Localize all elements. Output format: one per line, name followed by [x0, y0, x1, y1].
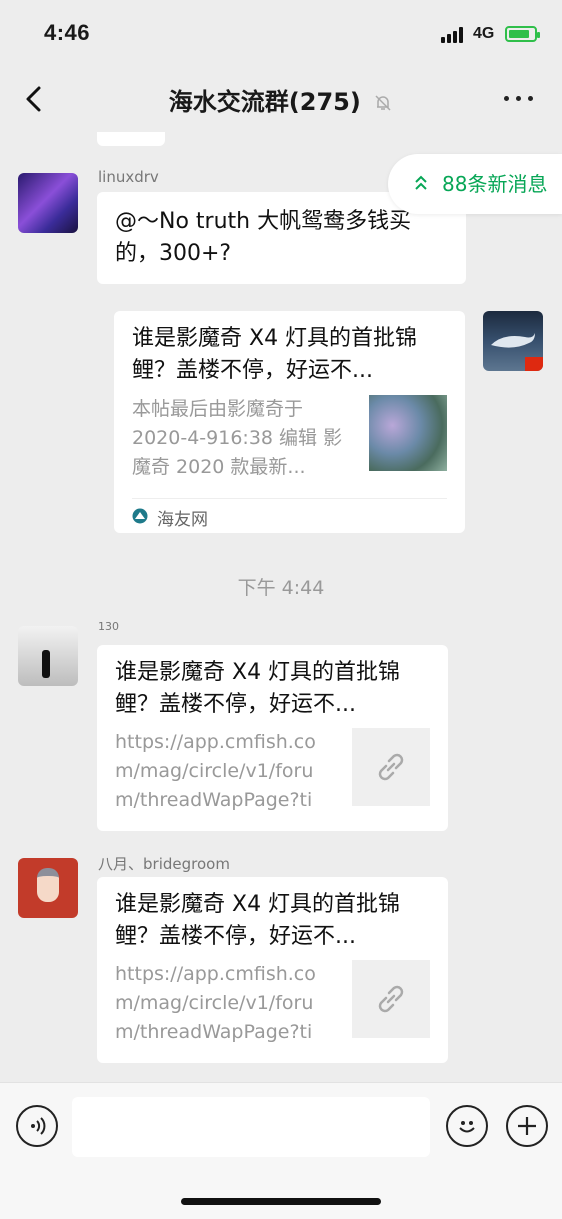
card-divider [132, 498, 447, 499]
sender-name: 八月、bridegroom [98, 855, 230, 873]
voice-icon[interactable] [16, 1105, 58, 1147]
network-label: 4G [473, 25, 495, 42]
whale-image [491, 333, 535, 348]
sender-name: 130 [98, 620, 119, 633]
status-bar: 4:46 4G [0, 0, 562, 70]
bell-muted-icon [375, 95, 391, 111]
message-bubble-partial [97, 132, 165, 146]
link-card-description: 本帖最后由影魔奇于 2020-4-916:38 编辑 影魔奇 2020 款最新.… [132, 398, 343, 478]
smile-face [459, 1121, 475, 1133]
figure-silhouette [42, 650, 50, 678]
battery-charging-icon [505, 26, 540, 42]
link-card-url: https://app.cmfish.com/mag/circle/v1/for… [115, 731, 316, 811]
message-input[interactable] [72, 1097, 430, 1157]
plus-icon[interactable] [506, 1105, 548, 1147]
link-card[interactable]: 谁是影魔奇 X4 灯具的首批锦鲤？盖楼不停，好运不... https://app… [97, 645, 448, 831]
chat-title: 海水交流群(275) [168, 88, 361, 116]
link-card-title: 谁是影魔奇 X4 灯具的首批锦鲤？盖楼不停，好运不... [115, 660, 401, 717]
avatar-linuxdrv[interactable] [18, 173, 78, 233]
double-chevron-up-icon [415, 175, 427, 190]
link-card-thumbnail [369, 395, 447, 471]
link-placeholder [352, 728, 430, 806]
sender-name: linuxdrv [98, 168, 159, 186]
avatar-bridegroom[interactable] [18, 858, 78, 918]
link-card-title: 谁是影魔奇 X4 灯具的首批锦鲤？盖楼不停，好运不... [132, 326, 418, 383]
home-indicator[interactable] [181, 1198, 381, 1205]
link-card-title: 谁是影魔奇 X4 灯具的首批锦鲤？盖楼不停，好运不... [115, 892, 401, 949]
message-list[interactable]: linuxdrv @～No truth 大帆鸳鸯多钱买的，300+? 88条新消… [0, 132, 562, 1082]
chat-title-row: 海水交流群(275) [0, 82, 562, 117]
avatar-130[interactable] [18, 626, 78, 686]
link-placeholder [352, 960, 430, 1038]
time-separator: 下午 4:44 [237, 577, 325, 599]
new-messages-button[interactable]: 88条新消息 [388, 154, 562, 214]
link-card[interactable]: 谁是影魔奇 X4 灯具的首批锦鲤？盖楼不停，好运不... 本帖最后由影魔奇于 2… [114, 311, 465, 533]
link-card-source: 海友网 [157, 510, 208, 530]
link-card-url: https://app.cmfish.com/mag/circle/v1/for… [115, 963, 316, 1043]
flag-badge [525, 357, 543, 371]
site-logo-icon [132, 508, 148, 524]
nav-bar: 海水交流群(275) [0, 70, 562, 132]
voice-waves [31, 1117, 46, 1135]
new-messages-label: 88条新消息 [442, 172, 548, 196]
link-card[interactable]: 谁是影魔奇 X4 灯具的首批锦鲤？盖楼不停，好运不... https://app… [97, 877, 448, 1063]
status-time: 4:46 [44, 20, 91, 45]
plus-cross [518, 1117, 536, 1135]
link-icon [378, 753, 404, 781]
ellipsis-icon[interactable] [504, 92, 534, 104]
avatar-self[interactable] [483, 311, 543, 371]
emoji-icon[interactable] [446, 1105, 488, 1147]
cartoon-face [37, 868, 59, 902]
signal-bars-icon [441, 27, 467, 43]
link-icon [378, 985, 404, 1013]
